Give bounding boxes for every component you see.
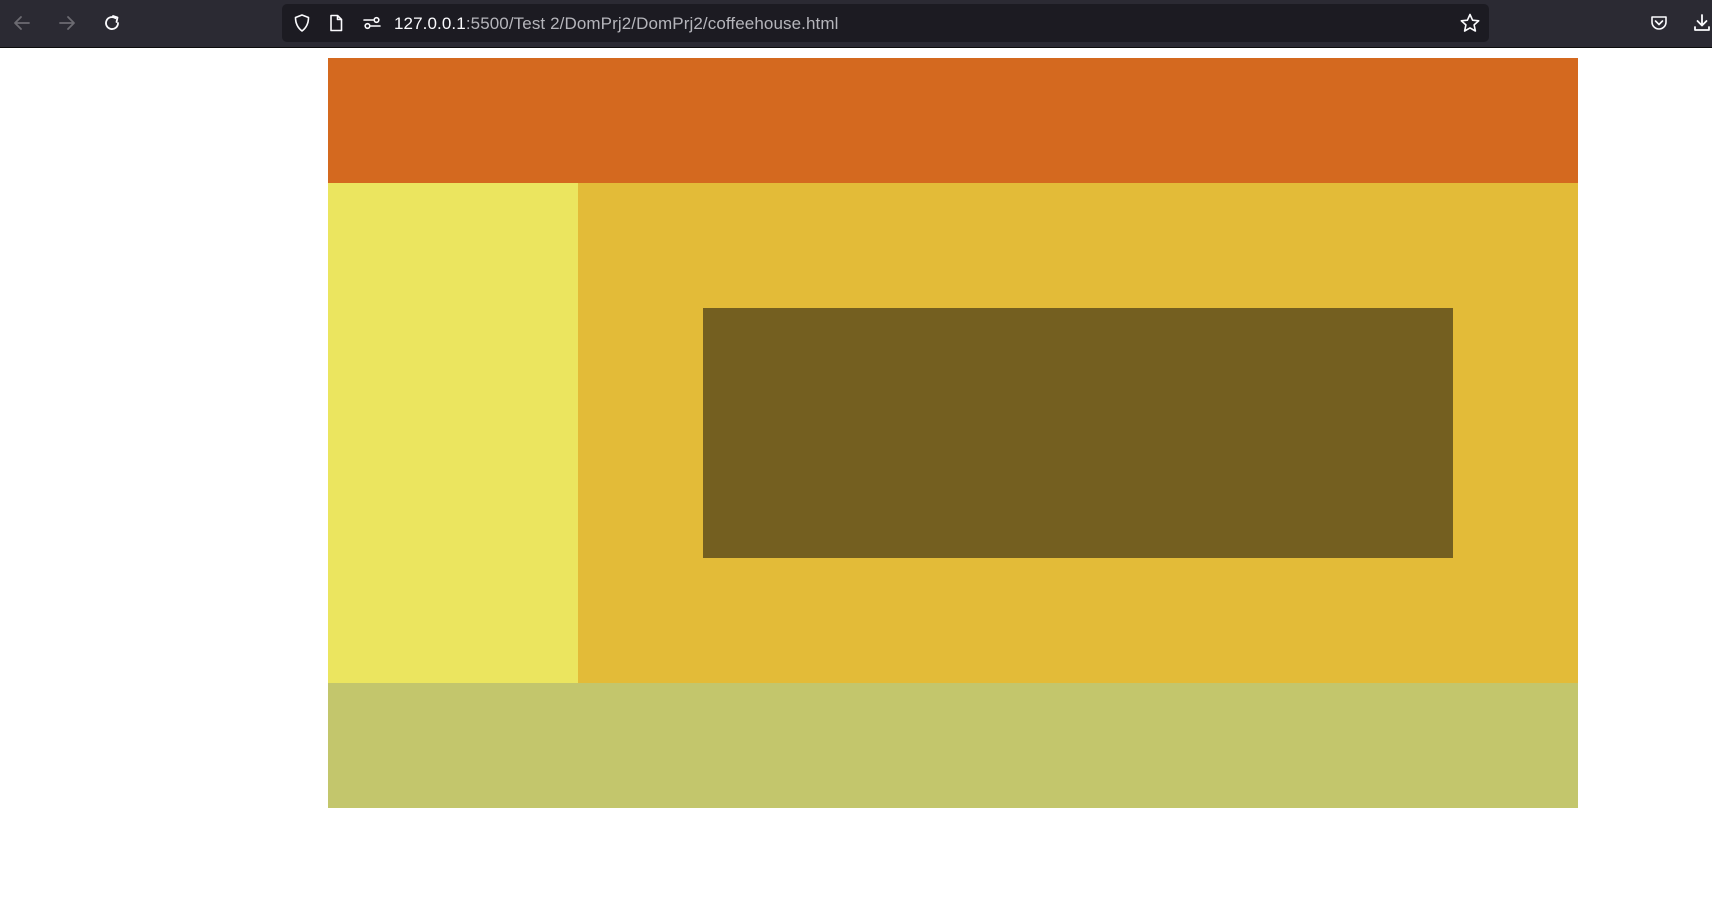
browser-toolbar: 127.0.0.1:5500/Test 2/DomPrj2/DomPrj2/co… [0, 0, 1712, 48]
page-icon[interactable] [324, 4, 348, 42]
inner-content-block [703, 308, 1453, 558]
shield-icon[interactable] [290, 4, 314, 42]
back-button[interactable] [6, 7, 38, 39]
back-arrow-icon [14, 16, 30, 30]
reload-icon [105, 15, 119, 30]
footer-block [328, 683, 1578, 808]
page-viewport [0, 48, 1712, 897]
reload-button[interactable] [96, 7, 128, 39]
url-text[interactable]: 127.0.0.1:5500/Test 2/DomPrj2/DomPrj2/co… [394, 0, 839, 42]
header-block [328, 58, 1578, 183]
forward-button[interactable] [51, 7, 83, 39]
forward-arrow-icon [59, 16, 75, 30]
url-host: 127.0.0.1 [394, 14, 466, 33]
permissions-icon[interactable] [360, 4, 384, 42]
sidebar-block [328, 183, 578, 683]
url-path: :5500/Test 2/DomPrj2/DomPrj2/coffeehouse… [465, 14, 839, 33]
download-icon [1694, 14, 1710, 31]
bookmark-star-icon[interactable] [1458, 4, 1482, 42]
downloads-button[interactable] [1686, 7, 1712, 39]
pocket-button[interactable] [1643, 7, 1675, 39]
pocket-icon [1651, 16, 1667, 30]
